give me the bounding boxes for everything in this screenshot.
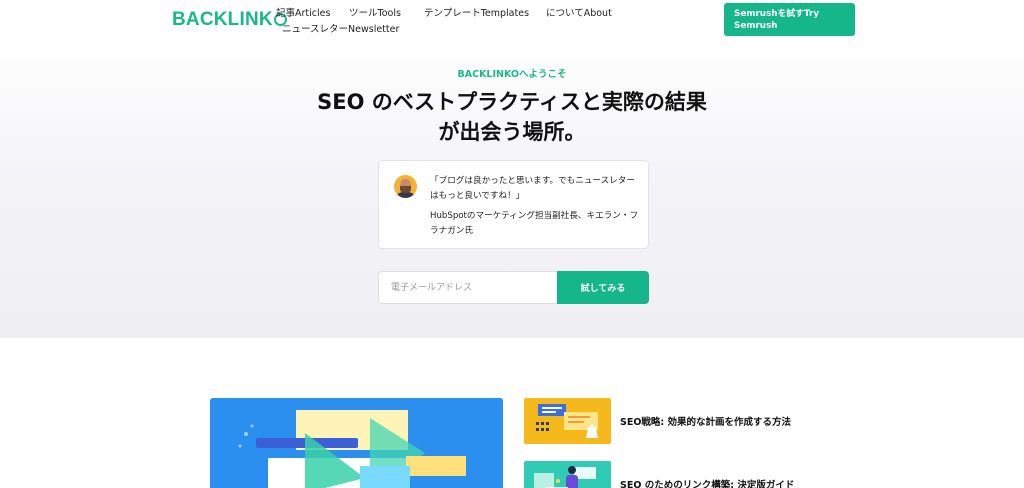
email-field[interactable] [378, 271, 558, 304]
logo-text: BACKLINK [172, 9, 273, 30]
article-title[interactable]: SEO のためのリンク構築: 決定版ガイド [620, 477, 794, 488]
list-item[interactable]: SEO のためのリンク構築: 決定版ガイド [524, 461, 824, 488]
welcome-eyebrow: BACKLINKOへようこそ [457, 69, 567, 80]
featured-illustration [210, 398, 503, 488]
article-thumbnail [524, 461, 611, 488]
testimonial-author: HubSpotのマーケティング担当副社長、キエラン・フラナガン氏 [430, 211, 639, 236]
backlinko-logo[interactable]: BACKLINK [172, 9, 287, 31]
nav-tools[interactable]: ツールTools [349, 5, 401, 19]
list-item[interactable]: SEO戦略: 効果的な計画を作成する方法 [524, 398, 824, 444]
nav-articles[interactable]: 記事Articles [276, 5, 330, 19]
testimonial-card: 「ブログは良かったと思います。でもニュースレターはもっと良いですね！」 HubS… [378, 160, 649, 249]
article-thumbnail [524, 398, 611, 444]
nav-about[interactable]: についてAbout [546, 5, 612, 19]
nav-newsletter[interactable]: ニュースレターNewsletter [282, 21, 399, 35]
try-semrush-button[interactable]: Semrushを試すTry Semrush [724, 3, 855, 36]
featured-article-image[interactable] [210, 398, 503, 488]
article-title[interactable]: SEO戦略: 効果的な計画を作成する方法 [620, 414, 791, 428]
nav-templates[interactable]: テンプレートTemplates [424, 5, 529, 19]
subscribe-button[interactable]: 試してみる [557, 271, 649, 304]
testimonial-quote: 「ブログは良かったと思います。でもニュースレターはもっと良いですね！」 [430, 176, 635, 201]
avatar [394, 175, 417, 198]
page-title: SEO のベストプラクティスと実際の結果が出会う場所。 [317, 90, 707, 144]
site-header: BACKLINK 記事Articles ツールTools テンプレートTempl… [0, 0, 1024, 40]
hero-section: BACKLINKOへようこそ SEO のベストプラクティスと実際の結果が出会う場… [0, 40, 1024, 338]
